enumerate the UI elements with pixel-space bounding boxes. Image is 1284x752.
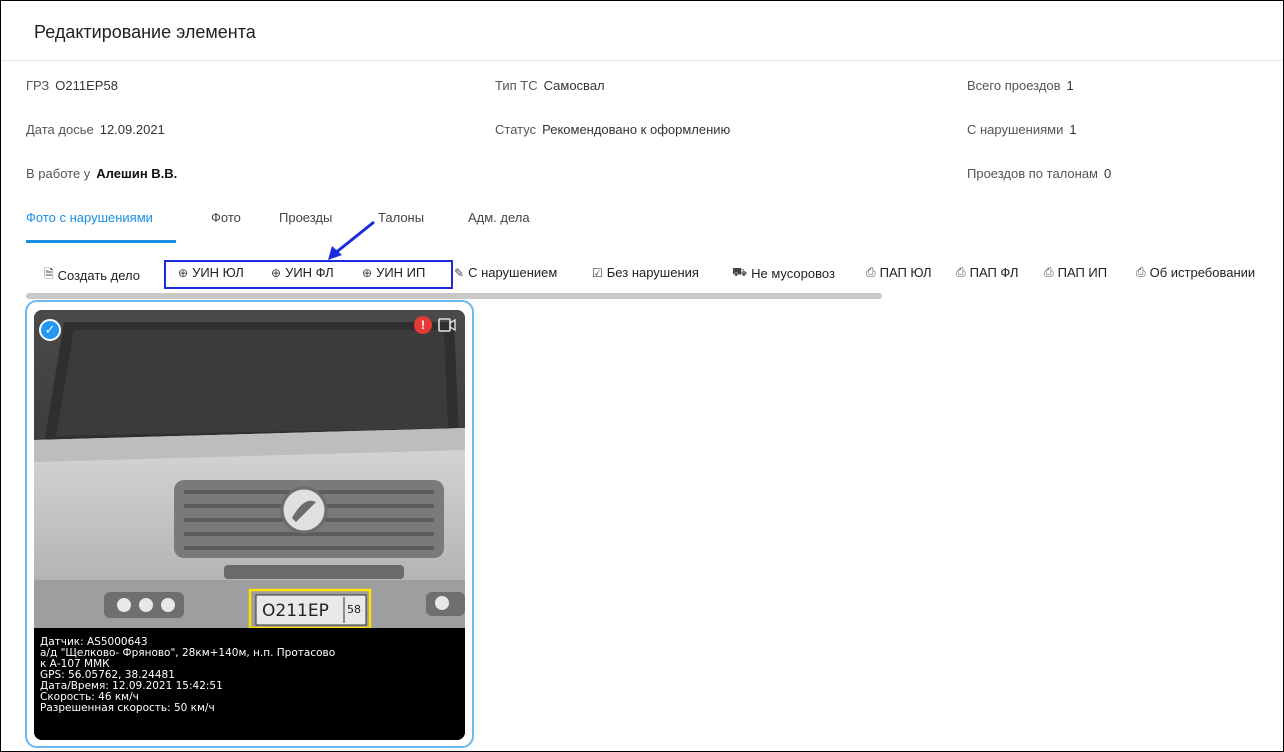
printer-icon: ⎙ (956, 265, 966, 279)
field-total-passes: Всего проездов 1 (967, 78, 1074, 93)
pap-ul-button[interactable]: ⎙ ПАП ЮЛ (866, 265, 932, 280)
field-grz-label: ГРЗ (26, 78, 50, 93)
field-grz: ГРЗ О211ЕР58 (26, 78, 118, 93)
field-dossier-date-value: 12.09.2021 (99, 122, 165, 137)
caption-line: Разрешенная скорость: 50 км/ч (40, 702, 215, 714)
not-garbage-truck-button[interactable]: ⛟ Не мусоровоз (732, 265, 835, 281)
header-divider (1, 60, 1283, 61)
with-violation-button[interactable]: ✎ С нарушением (454, 265, 557, 280)
field-coupon-passes-label: Проездов по талонам (967, 166, 1098, 181)
document-icon: 🗎 (44, 267, 54, 281)
field-dossier-date-label: Дата досье (26, 122, 94, 137)
message-check-icon: ☑ (592, 265, 603, 280)
field-status-label: Статус (495, 122, 537, 137)
without-violation-label: Без нарушения (606, 265, 699, 280)
pap-ip-label: ПАП ИП (1057, 265, 1108, 280)
bus-icon: ⛟ (732, 265, 748, 279)
page-title: Редактирование элемента (34, 22, 256, 42)
field-vehicle-type-label: Тип ТС (495, 78, 538, 93)
tab-coupons[interactable]: Талоны (378, 210, 424, 225)
plate-region: 58 (347, 603, 361, 616)
field-in-work-label: В работе у (26, 166, 91, 181)
tab-violation-photos[interactable]: Фото с нарушениями (26, 210, 153, 225)
pap-fl-label: ПАП ФЛ (969, 265, 1019, 280)
video-icon[interactable] (438, 316, 456, 334)
field-with-violations-label: С нарушениями (967, 122, 1064, 137)
field-vehicle-type: Тип ТС Самосвал (495, 78, 605, 93)
not-garbage-truck-label: Не мусоровоз (751, 265, 835, 281)
printer-icon: ⎙ (1136, 265, 1146, 279)
field-total-passes-value: 1 (1066, 78, 1074, 93)
field-coupon-passes-value: 0 (1103, 166, 1112, 181)
uin-buttons-highlight (164, 260, 453, 289)
field-in-work: В работе у Алешин В.В. (26, 166, 177, 181)
demand-button[interactable]: ⎙ Об истребовании (1136, 265, 1255, 280)
field-coupon-passes: Проездов по талонам 0 (967, 166, 1111, 181)
pap-fl-button[interactable]: ⎙ ПАП ФЛ (956, 265, 1018, 280)
pap-ul-label: ПАП ЮЛ (879, 265, 932, 280)
with-violation-label: С нарушением (468, 265, 558, 280)
tab-photos[interactable]: Фото (211, 210, 241, 225)
create-case-button[interactable]: 🗎 Создать дело (44, 265, 140, 286)
plate-number: О211ЕР (262, 601, 329, 621)
field-status-value: Рекомендовано к оформлению (542, 122, 731, 137)
printer-icon: ⎙ (1044, 265, 1054, 279)
field-vehicle-type-value: Самосвал (543, 78, 605, 93)
without-violation-button[interactable]: ☑ Без нарушения (592, 265, 699, 280)
pap-ip-button[interactable]: ⎙ ПАП ИП (1044, 265, 1107, 280)
printer-icon: ⎙ (866, 265, 876, 279)
field-total-passes-label: Всего проездов (967, 78, 1061, 93)
alert-icon: ! (414, 316, 432, 334)
annotation-arrow (328, 220, 375, 260)
selected-check-icon[interactable]: ✓ (39, 319, 61, 341)
create-case-label: Создать дело (57, 268, 141, 283)
active-tab-indicator (26, 240, 176, 243)
field-with-violations-value: 1 (1069, 122, 1077, 137)
photo-caption: Датчик: AS5000643 а/д "Щелково- Фряново"… (40, 637, 460, 714)
field-dossier-date: Дата досье 12.09.2021 (26, 122, 165, 137)
demand-label: Об истребовании (1149, 265, 1256, 280)
violation-photo[interactable]: О211ЕР 58 Датчик: AS5000643 а/д "Щелково… (34, 310, 465, 740)
toolbar-scrollbar-thumb[interactable] (26, 293, 882, 299)
edit-icon: ✎ (454, 265, 465, 280)
field-status: Статус Рекомендовано к оформлению (495, 122, 730, 137)
tab-adm-cases[interactable]: Адм. дела (468, 210, 530, 225)
field-grz-value: О211ЕР58 (55, 78, 118, 93)
field-with-violations: С нарушениями 1 (967, 122, 1077, 137)
field-in-work-value: Алешин В.В. (96, 166, 178, 181)
